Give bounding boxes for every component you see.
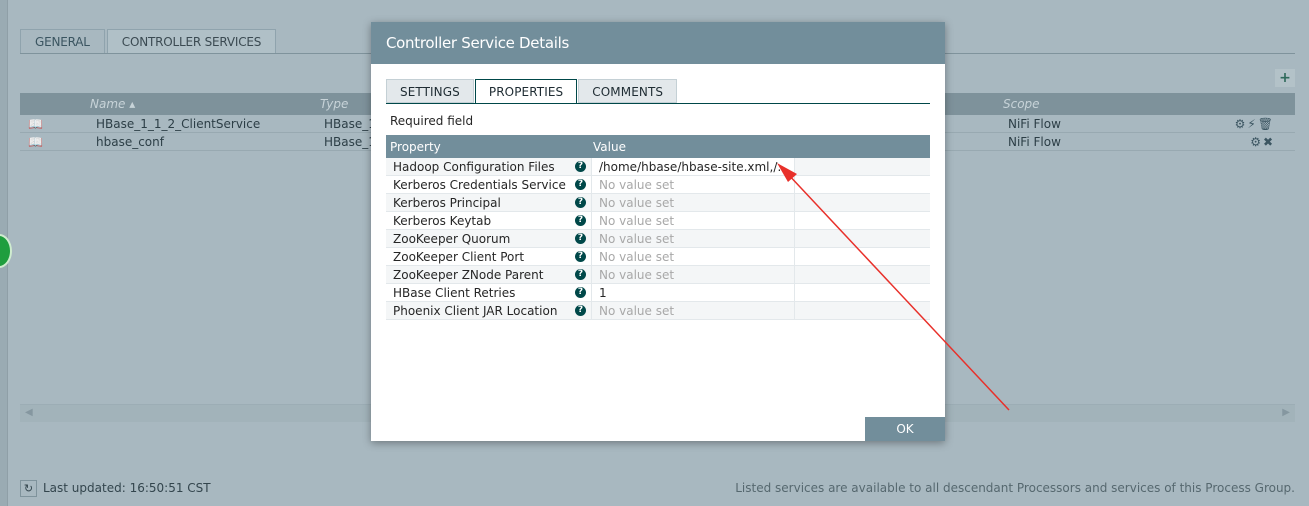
property-value[interactable]: No value set bbox=[591, 230, 795, 247]
required-field-note: Required field bbox=[390, 114, 474, 128]
properties-table: Property Value Hadoop Configuration File… bbox=[386, 135, 930, 320]
property-row[interactable]: Hadoop Configuration Files? /home/hbase/h… bbox=[386, 158, 930, 176]
property-row[interactable]: Phoenix Client JAR Location? No value set bbox=[386, 302, 930, 320]
property-row[interactable]: Kerberos Keytab? No value set bbox=[386, 212, 930, 230]
properties-table-header: Property Value bbox=[386, 135, 930, 158]
property-value[interactable]: 1 bbox=[591, 284, 795, 301]
property-name: Kerberos Principal bbox=[393, 196, 501, 210]
property-row[interactable]: Kerberos Credentials Service? No value se… bbox=[386, 176, 930, 194]
last-updated-text: Last updated: 16:50:51 CST bbox=[43, 481, 211, 495]
service-type: HBase_1 bbox=[324, 117, 376, 131]
service-scope: NiFi Flow bbox=[1008, 135, 1061, 149]
property-value[interactable]: No value set bbox=[591, 266, 795, 283]
footer-note: Listed services are available to all des… bbox=[735, 481, 1295, 495]
add-service-button[interactable]: + bbox=[1275, 69, 1295, 87]
controller-service-details-dialog: Controller Service Details SETTINGS PROP… bbox=[371, 22, 945, 441]
property-name: Phoenix Client JAR Location bbox=[393, 304, 558, 318]
help-icon[interactable]: ? bbox=[575, 251, 586, 262]
tab-comments[interactable]: COMMENTS bbox=[578, 79, 678, 103]
property-row[interactable]: ZooKeeper ZNode Parent? No value set bbox=[386, 266, 930, 284]
help-icon[interactable]: ? bbox=[575, 269, 586, 280]
property-value[interactable]: No value set bbox=[591, 194, 795, 211]
last-updated-area: ↻ Last updated: 16:50:51 CST bbox=[20, 478, 211, 498]
service-icon: 📖 bbox=[28, 117, 43, 131]
property-value[interactable]: No value set bbox=[591, 302, 795, 319]
settings-tabs: GENERAL CONTROLLER SERVICES bbox=[20, 29, 278, 54]
property-value[interactable]: No value set bbox=[591, 212, 795, 229]
column-scope[interactable]: Scope bbox=[1003, 97, 1040, 111]
property-row[interactable]: ZooKeeper Client Port? No value set bbox=[386, 248, 930, 266]
tab-underline bbox=[386, 103, 930, 104]
ok-button[interactable]: OK bbox=[865, 417, 945, 441]
property-row[interactable]: HBase Client Retries? 1 bbox=[386, 284, 930, 302]
service-icon: 📖 bbox=[28, 135, 43, 149]
tab-settings[interactable]: SETTINGS bbox=[386, 79, 474, 103]
property-name: HBase Client Retries bbox=[393, 286, 516, 300]
column-name[interactable]: Name ▴ bbox=[90, 97, 135, 111]
property-value[interactable]: No value set bbox=[591, 248, 795, 265]
property-name: Kerberos Keytab bbox=[393, 214, 492, 228]
property-row[interactable]: Kerberos Principal? No value set bbox=[386, 194, 930, 212]
column-type[interactable]: Type bbox=[320, 97, 348, 111]
property-value[interactable]: No value set bbox=[591, 176, 795, 193]
tab-controller-services[interactable]: CONTROLLER SERVICES bbox=[106, 29, 277, 54]
dialog-tabs: SETTINGS PROPERTIES COMMENTS bbox=[386, 79, 678, 104]
column-value: Value bbox=[593, 140, 626, 154]
service-name: hbase_conf bbox=[96, 135, 164, 149]
service-name: HBase_1_1_2_ClientService bbox=[96, 117, 261, 131]
service-actions[interactable]: ⚙⚡🗑 bbox=[1235, 117, 1275, 131]
dialog-title: Controller Service Details bbox=[371, 22, 945, 64]
properties-rows: Hadoop Configuration Files? /home/hbase/h… bbox=[386, 158, 930, 320]
help-icon[interactable]: ? bbox=[575, 197, 586, 208]
service-type: HBase_1 bbox=[324, 135, 376, 149]
help-icon[interactable]: ? bbox=[575, 233, 586, 244]
property-name: Hadoop Configuration Files bbox=[393, 160, 555, 174]
tab-general[interactable]: GENERAL bbox=[20, 29, 105, 54]
help-icon[interactable]: ? bbox=[575, 179, 586, 190]
help-icon[interactable]: ? bbox=[575, 287, 586, 298]
service-actions[interactable]: ⚙✖ bbox=[1250, 135, 1275, 149]
tab-properties[interactable]: PROPERTIES bbox=[474, 79, 578, 104]
property-row[interactable]: ZooKeeper Quorum? No value set bbox=[386, 230, 930, 248]
column-property: Property bbox=[390, 140, 441, 154]
help-icon[interactable]: ? bbox=[575, 305, 586, 316]
property-name: ZooKeeper Quorum bbox=[393, 232, 511, 246]
service-scope: NiFi Flow bbox=[1008, 117, 1061, 131]
help-icon[interactable]: ? bbox=[575, 161, 586, 172]
property-name: ZooKeeper Client Port bbox=[393, 250, 525, 264]
property-name: Kerberos Credentials Service bbox=[393, 178, 566, 192]
property-name: ZooKeeper ZNode Parent bbox=[393, 268, 544, 282]
scroll-right-icon[interactable]: ▶ bbox=[1282, 407, 1290, 418]
property-value[interactable]: /home/hbase/hbase-site.xml,/hom… bbox=[591, 158, 795, 175]
scroll-left-icon[interactable]: ◀ bbox=[25, 407, 33, 418]
help-icon[interactable]: ? bbox=[575, 215, 586, 226]
refresh-icon[interactable]: ↻ bbox=[20, 479, 37, 497]
